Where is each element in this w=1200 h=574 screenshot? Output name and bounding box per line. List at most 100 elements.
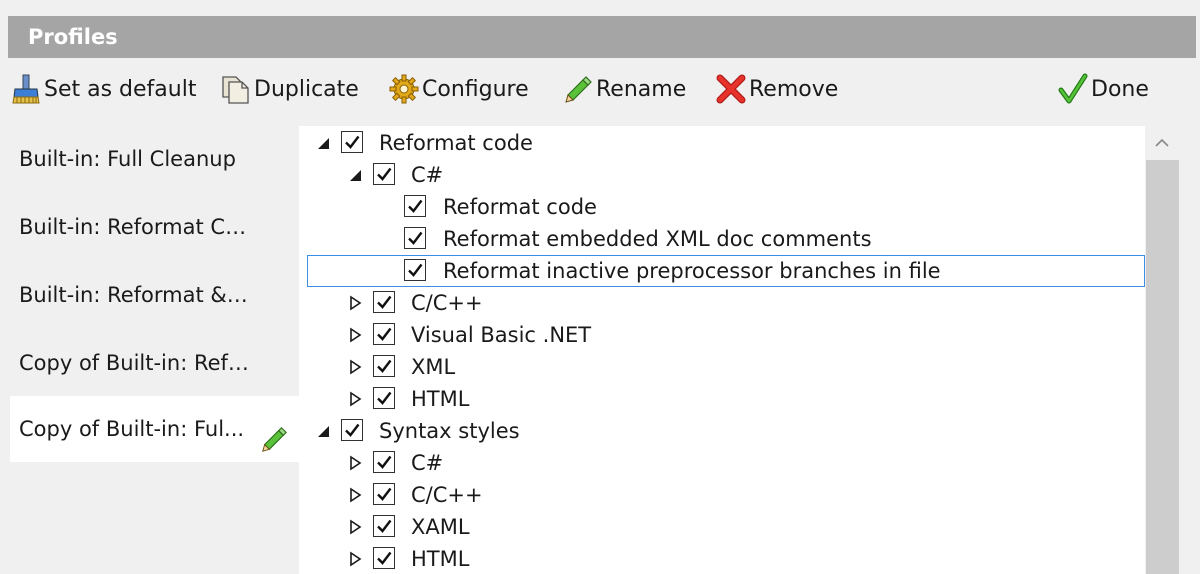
profile-label: Built-in: Reformat Code (19, 215, 251, 239)
profile-label: Copy of Built-in: Reform... (19, 351, 251, 375)
checkbox[interactable] (404, 195, 426, 217)
tree-item-label: XML (411, 355, 456, 379)
tree-item-label: XAML (411, 515, 470, 539)
tree-row[interactable]: XML (299, 351, 1145, 383)
checkbox[interactable] (373, 323, 395, 345)
tree-row[interactable]: HTML (299, 543, 1145, 574)
remove-x-icon (715, 73, 747, 105)
tree-row[interactable]: C/C++ (299, 287, 1145, 319)
collapsed-triangle-icon[interactable] (347, 511, 363, 543)
collapsed-triangle-icon[interactable] (347, 447, 363, 479)
collapsed-triangle-icon[interactable] (347, 383, 363, 415)
checkbox[interactable] (373, 483, 395, 505)
checkmark-icon (377, 551, 392, 565)
tree-item-label: HTML (411, 387, 470, 411)
collapsed-triangle-icon[interactable] (347, 319, 363, 351)
header-title: Profiles (28, 25, 118, 49)
checkmark-icon (408, 263, 423, 277)
profile-label: Copy of Built-in: Ful... (19, 417, 245, 441)
checkbox[interactable] (373, 387, 395, 409)
duplicate-label: Duplicate (254, 76, 359, 102)
scrollbar-thumb[interactable] (1146, 160, 1179, 574)
tree-item-label: HTML (411, 547, 470, 571)
profile-item[interactable]: Built-in: Full Cleanup (10, 126, 299, 192)
tree-row[interactable]: HTML (299, 383, 1145, 415)
checkmark-icon (345, 423, 360, 437)
checkbox[interactable] (404, 227, 426, 249)
tree-row[interactable]: Reformat inactive preprocessor branches … (299, 255, 1145, 287)
tree-item-label: Reformat embedded XML doc comments (443, 227, 872, 251)
tree-item-label: C/C++ (411, 483, 483, 507)
tree-row[interactable]: C/C++ (299, 479, 1145, 511)
tree-item-label: Reformat code (443, 195, 597, 219)
broom-icon (10, 73, 42, 105)
expanded-triangle-icon[interactable] (347, 159, 363, 191)
profile-item[interactable]: Copy of Built-in: Reform... (10, 330, 299, 396)
gear-icon (388, 73, 420, 105)
checkbox[interactable] (404, 259, 426, 281)
expanded-triangle-icon[interactable] (315, 127, 331, 159)
checkbox[interactable] (373, 163, 395, 185)
remove-label: Remove (749, 76, 839, 102)
collapsed-triangle-icon[interactable] (347, 543, 363, 574)
checkbox[interactable] (373, 451, 395, 473)
done-button[interactable]: Done (1057, 66, 1149, 112)
checkbox[interactable] (373, 291, 395, 313)
checkmark-icon (377, 295, 392, 309)
collapsed-triangle-icon[interactable] (347, 287, 363, 319)
checkmark-icon (377, 327, 392, 341)
tree-row[interactable]: Syntax styles (299, 415, 1145, 447)
duplicate-icon (220, 73, 252, 105)
configure-button[interactable]: Configure (388, 66, 529, 112)
tree-row[interactable]: Visual Basic .NET (299, 319, 1145, 351)
checkmark-icon (377, 519, 392, 533)
tree-row[interactable]: XAML (299, 511, 1145, 543)
checkmark-icon (377, 487, 392, 501)
checkbox[interactable] (341, 131, 363, 153)
tree-row[interactable]: Reformat code (299, 191, 1145, 223)
checkmark-icon (377, 455, 392, 469)
checkmark-icon (345, 135, 360, 149)
tree-item-label: C/C++ (411, 291, 483, 315)
checkmark-icon (408, 231, 423, 245)
rename-label: Rename (596, 76, 687, 102)
checkbox[interactable] (341, 419, 363, 441)
checkbox[interactable] (373, 515, 395, 537)
checkmark-icon (377, 359, 392, 373)
tree-row[interactable]: C# (299, 159, 1145, 191)
vertical-scrollbar[interactable] (1145, 126, 1179, 574)
cleanup-tree: Reformat code C# Reformat code Reformat emb… (299, 126, 1145, 574)
scroll-up-arrow-icon[interactable] (1145, 126, 1179, 160)
checkmark-icon (408, 199, 423, 213)
remove-button[interactable]: Remove (715, 66, 838, 112)
done-label: Done (1091, 76, 1149, 102)
rename-button[interactable]: Rename (562, 66, 686, 112)
duplicate-button[interactable]: Duplicate (220, 66, 359, 112)
set-as-default-button[interactable]: Set as default (10, 66, 196, 112)
checkmark-icon (1057, 73, 1089, 105)
tree-row[interactable]: C# (299, 447, 1145, 479)
collapsed-triangle-icon[interactable] (347, 479, 363, 511)
profile-item-selected[interactable]: Copy of Built-in: Ful... (10, 396, 299, 462)
profile-label: Built-in: Full Cleanup (19, 147, 236, 171)
checkbox[interactable] (373, 355, 395, 377)
profile-item[interactable]: Built-in: Reformat & Ap... (10, 262, 299, 328)
tree-row[interactable]: Reformat embedded XML doc comments (299, 223, 1145, 255)
tree-item-label: Visual Basic .NET (411, 323, 592, 347)
expanded-triangle-icon[interactable] (315, 415, 331, 447)
profile-item[interactable]: Built-in: Reformat Code (10, 194, 299, 260)
tree-item-label: Reformat inactive preprocessor branches … (443, 259, 941, 283)
checkmark-icon (377, 167, 392, 181)
rename-pencil-icon[interactable] (259, 414, 289, 462)
checkbox[interactable] (373, 547, 395, 569)
tree-row[interactable]: Reformat code (299, 127, 1145, 159)
profile-label: Built-in: Reformat & Ap... (19, 283, 251, 307)
collapsed-triangle-icon[interactable] (347, 351, 363, 383)
checkmark-icon (377, 391, 392, 405)
pencil-icon (562, 73, 594, 105)
tree-item-label: C# (411, 451, 444, 475)
profiles-header: Profiles (8, 16, 1196, 58)
tree-item-label: Reformat code (379, 131, 533, 155)
tree-item-label: C# (411, 163, 444, 187)
tree-item-label: Syntax styles (379, 419, 520, 443)
